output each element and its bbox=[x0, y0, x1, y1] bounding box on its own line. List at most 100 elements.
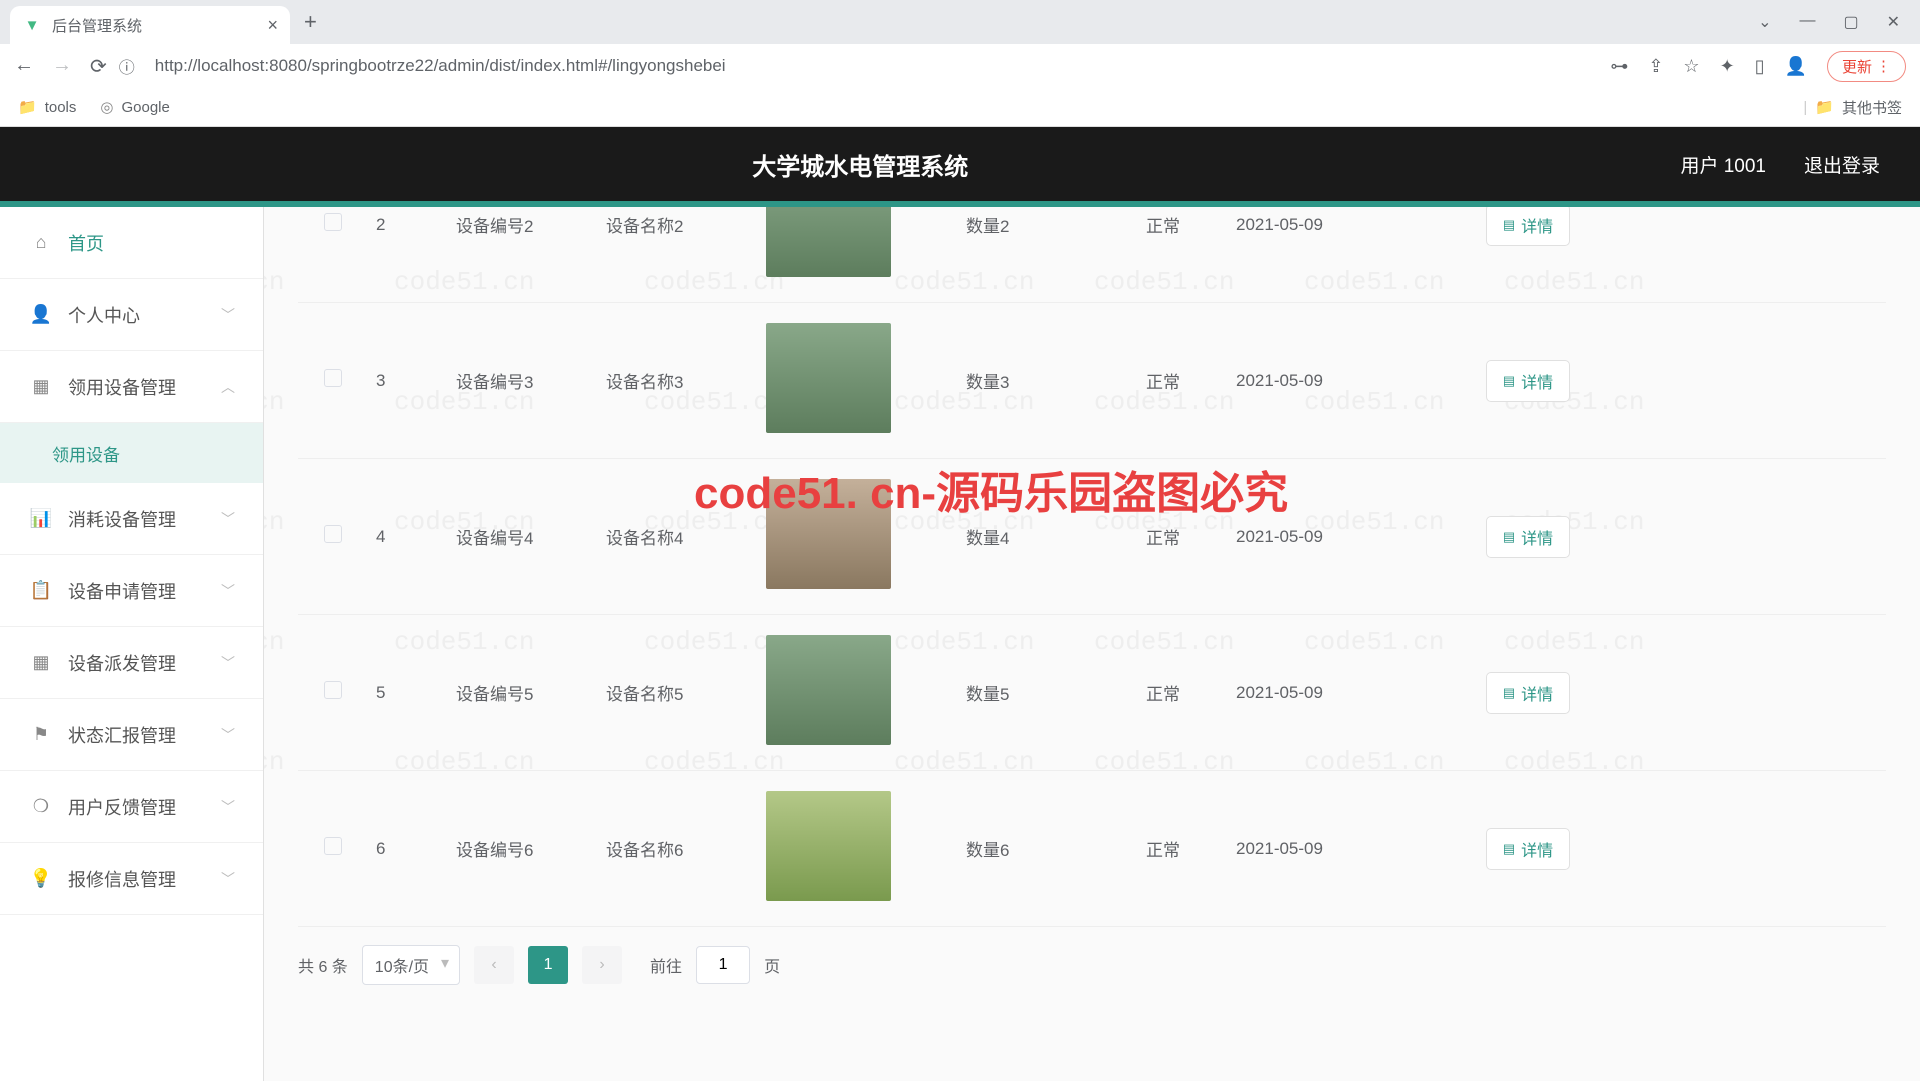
sidebar-item-3[interactable]: 📊 消耗设备管理 ﹀ bbox=[0, 483, 263, 555]
sidebar-item-5[interactable]: ▦ 设备派发管理 ﹀ bbox=[0, 627, 263, 699]
page-size-select[interactable]: 10条/页 bbox=[362, 945, 460, 985]
cell-name: 设备名称4 bbox=[598, 504, 758, 569]
chevron-down-icon: ﹀ bbox=[221, 305, 235, 325]
cell-quantity: 数量5 bbox=[958, 660, 1098, 725]
row-checkbox[interactable] bbox=[324, 837, 342, 855]
table-row: 3 设备编号3 设备名称3 数量3 正常 2021-05-09 ▤ 详情 bbox=[298, 303, 1886, 459]
detail-button[interactable]: ▤ 详情 bbox=[1486, 360, 1570, 402]
share-icon[interactable]: ⇪ bbox=[1648, 56, 1663, 77]
thumbnail-image bbox=[766, 323, 891, 433]
bookmark-other[interactable]: 📁 其他书签 bbox=[1815, 97, 1902, 118]
page-number-button[interactable]: 1 bbox=[528, 946, 568, 984]
goto-prefix: 前往 bbox=[650, 953, 682, 977]
folder-icon: 📁 bbox=[18, 98, 37, 116]
sidebar-subitem[interactable]: 领用设备 bbox=[0, 423, 263, 483]
row-checkbox[interactable] bbox=[324, 213, 342, 231]
content-area: code51.cncode51.cncode51.cncode51.cncode… bbox=[264, 207, 1920, 1081]
tab-bar: ▼ 后台管理系统 × + ⌄ — ▢ ✕ bbox=[0, 0, 1920, 44]
user-label: 用户 1001 bbox=[1680, 151, 1766, 178]
bookmarks-bar: 📁 tools ◎ Google | 📁 其他书签 bbox=[0, 88, 1920, 126]
logout-button[interactable]: 退出登录 bbox=[1804, 151, 1880, 178]
chevron-down-icon[interactable]: ⌄ bbox=[1758, 12, 1771, 32]
maximize-icon[interactable]: ▢ bbox=[1843, 12, 1858, 32]
detail-button[interactable]: ▤ 详情 bbox=[1486, 672, 1570, 714]
sidebar-item-6[interactable]: ⚑ 状态汇报管理 ﹀ bbox=[0, 699, 263, 771]
cell-date: 2021-05-09 bbox=[1228, 207, 1428, 255]
forward-icon[interactable]: → bbox=[52, 54, 72, 79]
prev-page-button[interactable]: ‹ bbox=[474, 946, 514, 984]
sidebar-item-4[interactable]: 📋 设备申请管理 ﹀ bbox=[0, 555, 263, 627]
profile-icon[interactable]: 👤 bbox=[1785, 56, 1807, 77]
bookmark-label: tools bbox=[45, 99, 77, 116]
window-controls: ⌄ — ▢ ✕ bbox=[1758, 12, 1900, 32]
table-row: 6 设备编号6 设备名称6 数量6 正常 2021-05-09 ▤ 详情 bbox=[298, 771, 1886, 927]
detail-icon: ▤ bbox=[1503, 217, 1515, 233]
close-tab-icon[interactable]: × bbox=[267, 15, 278, 36]
google-icon: ◎ bbox=[100, 98, 113, 116]
chevron-down-icon: ﹀ bbox=[221, 653, 235, 673]
doc-icon: 📋 bbox=[28, 580, 54, 601]
flag-icon: ⚑ bbox=[28, 724, 54, 745]
vue-favicon-icon: ▼ bbox=[22, 15, 42, 35]
sidebar-item-1[interactable]: 👤 个人中心 ﹀ bbox=[0, 279, 263, 351]
browser-tab[interactable]: ▼ 后台管理系统 × bbox=[10, 6, 290, 44]
update-button[interactable]: 更新⋮ bbox=[1827, 51, 1906, 82]
detail-button[interactable]: ▤ 详情 bbox=[1486, 207, 1570, 246]
sidebar-item-0[interactable]: ⌂ 首页 bbox=[0, 207, 263, 279]
sidebar-item-8[interactable]: 💡 报修信息管理 ﹀ bbox=[0, 843, 263, 915]
box-icon: ▦ bbox=[28, 376, 54, 397]
sidebar-item-label: 个人中心 bbox=[68, 302, 140, 328]
cell-date: 2021-05-09 bbox=[1228, 351, 1428, 411]
url-input[interactable]: http://localhost:8080/springbootrze22/ad… bbox=[147, 56, 1599, 76]
cell-index: 3 bbox=[368, 351, 448, 411]
sidebar-item-2[interactable]: ▦ 领用设备管理 ︿ bbox=[0, 351, 263, 423]
cell-quantity: 数量2 bbox=[958, 207, 1098, 257]
sidebar-item-7[interactable]: ❍ 用户反馈管理 ﹀ bbox=[0, 771, 263, 843]
sidebar: ⌂ 首页 👤 个人中心 ﹀ ▦ 领用设备管理 ︿ 领用设备 📊 消耗设备管理 ﹀… bbox=[0, 207, 264, 1081]
minimize-icon[interactable]: — bbox=[1799, 12, 1815, 32]
new-tab-button[interactable]: + bbox=[304, 9, 317, 35]
table-row: 4 设备编号4 设备名称4 数量4 正常 2021-05-09 ▤ 详情 bbox=[298, 459, 1886, 615]
cell-code: 设备编号2 bbox=[448, 207, 598, 257]
detail-button[interactable]: ▤ 详情 bbox=[1486, 828, 1570, 870]
bookmark-tools[interactable]: 📁 tools bbox=[18, 98, 76, 116]
user-icon: 👤 bbox=[28, 304, 54, 325]
side-panel-icon[interactable]: ▯ bbox=[1755, 56, 1765, 77]
cell-code: 设备编号4 bbox=[448, 504, 598, 569]
thumbnail-image bbox=[766, 207, 891, 277]
cell-name: 设备名称2 bbox=[598, 207, 758, 257]
detail-icon: ▤ bbox=[1503, 841, 1515, 857]
data-table: 2 设备编号2 设备名称2 数量2 正常 2021-05-09 ▤ 详情 3 设… bbox=[298, 207, 1886, 927]
grid-icon: ▦ bbox=[28, 652, 54, 673]
cell-code: 设备编号6 bbox=[448, 816, 598, 881]
back-icon[interactable]: ← bbox=[14, 54, 34, 79]
bookmark-label: Google bbox=[121, 99, 169, 116]
thumbnail-image bbox=[766, 791, 891, 901]
extensions-icon[interactable]: ✦ bbox=[1720, 56, 1735, 77]
bars-icon: 📊 bbox=[28, 508, 54, 529]
cell-index: 4 bbox=[368, 507, 448, 567]
cell-quantity: 数量4 bbox=[958, 504, 1098, 569]
cell-status: 正常 bbox=[1098, 348, 1228, 413]
detail-icon: ▤ bbox=[1503, 373, 1515, 389]
detail-button[interactable]: ▤ 详情 bbox=[1486, 516, 1570, 558]
reload-icon[interactable]: ⟳ bbox=[90, 54, 107, 79]
cell-code: 设备编号5 bbox=[448, 660, 598, 725]
next-page-button[interactable]: › bbox=[582, 946, 622, 984]
password-key-icon[interactable]: ⊶ bbox=[1610, 56, 1628, 77]
cell-index: 6 bbox=[368, 819, 448, 879]
bookmark-google[interactable]: ◎ Google bbox=[100, 98, 169, 116]
table-row: 5 设备编号5 设备名称5 数量5 正常 2021-05-09 ▤ 详情 bbox=[298, 615, 1886, 771]
close-window-icon[interactable]: ✕ bbox=[1887, 12, 1900, 32]
site-info-icon[interactable]: ⓘ bbox=[119, 54, 135, 78]
bookmark-star-icon[interactable]: ☆ bbox=[1683, 56, 1699, 77]
chevron-down-icon: ﹀ bbox=[221, 509, 235, 529]
row-checkbox[interactable] bbox=[324, 525, 342, 543]
goto-suffix: 页 bbox=[764, 953, 780, 977]
sidebar-item-label: 领用设备管理 bbox=[68, 374, 176, 400]
row-checkbox[interactable] bbox=[324, 681, 342, 699]
cell-status: 正常 bbox=[1098, 504, 1228, 569]
row-checkbox[interactable] bbox=[324, 369, 342, 387]
goto-page-input[interactable] bbox=[696, 946, 750, 984]
cell-name: 设备名称3 bbox=[598, 348, 758, 413]
